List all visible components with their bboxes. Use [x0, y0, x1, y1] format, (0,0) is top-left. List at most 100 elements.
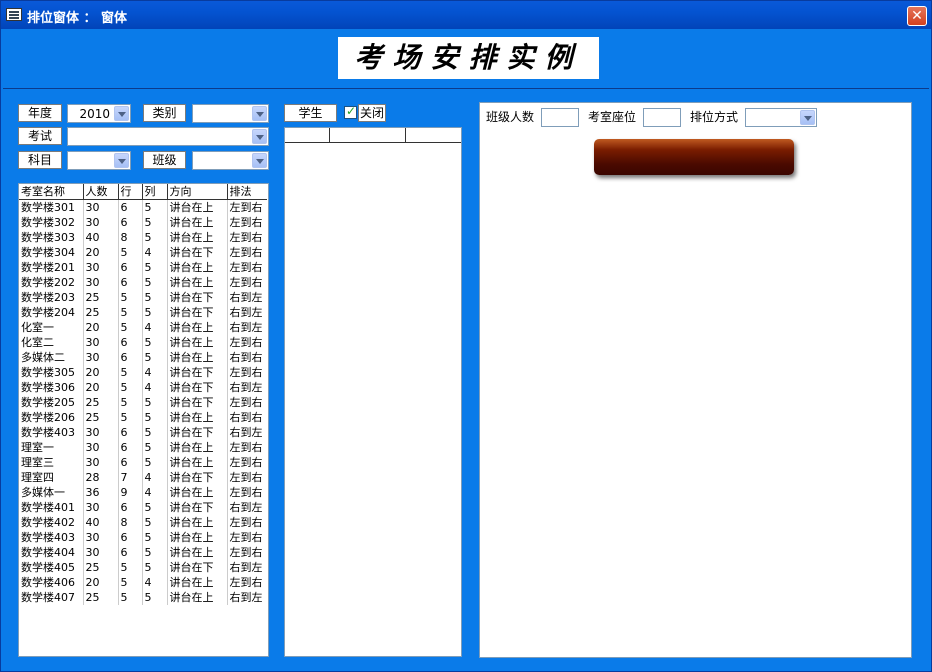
table-cell: 多媒体一 — [19, 485, 84, 500]
table-cell: 30 — [83, 545, 119, 560]
close-button[interactable]: ✕ — [907, 6, 927, 26]
table-row[interactable]: 理室三 30 6 5 讲台在上 左到右 — [19, 455, 267, 470]
year-combo[interactable]: 2010 — [67, 104, 131, 123]
chevron-down-icon[interactable] — [114, 106, 129, 121]
room-table-header: 考室名称 人数 行 列 方向 排法 — [19, 184, 267, 200]
table-cell: 右到左 — [229, 561, 263, 574]
table-cell: 6 — [118, 440, 143, 455]
exam-combo[interactable] — [67, 127, 269, 146]
table-cell: 右到左 — [229, 591, 263, 604]
table-cell: 右到右 — [229, 351, 263, 364]
table-row[interactable]: 数学楼304 20 5 4 讲台在下 左到右 — [19, 245, 267, 260]
method-label: 排位方式 — [690, 110, 739, 124]
table-row[interactable]: 数学楼405 25 5 5 讲台在下 右到左 — [19, 560, 267, 575]
table-cell: 20 — [83, 245, 119, 260]
table-row[interactable]: 化室一 20 5 4 讲台在上 右到左 — [19, 320, 267, 335]
header-band: 考场安排实例 — [3, 29, 929, 89]
table-cell: 30 — [83, 275, 119, 290]
table-row[interactable]: 数学楼201 30 6 5 讲台在上 左到右 — [19, 260, 267, 275]
column-header[interactable]: 方向 — [167, 184, 228, 200]
table-cell: 5 — [118, 560, 143, 575]
method-combo[interactable] — [745, 108, 817, 127]
table-cell: 5 — [142, 335, 168, 350]
table-row[interactable]: 数学楼402 40 8 5 讲台在上 左到右 — [19, 515, 267, 530]
table-cell: 4 — [142, 245, 168, 260]
table-row[interactable]: 数学楼302 30 6 5 讲台在上 左到右 — [19, 215, 267, 230]
table-cell: 讲台在下 — [167, 500, 228, 515]
close-checkbox[interactable] — [344, 104, 357, 119]
table-cell: 5 — [118, 395, 143, 410]
table-row[interactable]: 数学楼206 25 5 5 讲台在上 右到右 — [19, 410, 267, 425]
table-cell: 右到右 — [229, 411, 263, 424]
table-cell: 5 — [142, 410, 168, 425]
table-cell: 6 — [118, 530, 143, 545]
table-row[interactable]: 数学楼303 40 8 5 讲台在上 左到右 — [19, 230, 267, 245]
table-cell: 讲台在上 — [167, 545, 228, 560]
table-row[interactable]: 理室一 30 6 5 讲台在上 左到右 — [19, 440, 267, 455]
category-combo[interactable] — [192, 104, 269, 123]
student-list[interactable] — [284, 127, 462, 657]
table-cell: 5 — [142, 305, 168, 320]
table-cell: 30 — [83, 530, 119, 545]
table-cell: 左到右 — [229, 456, 263, 469]
table-cell: 讲台在上 — [167, 530, 228, 545]
column-header[interactable]: 考室名称 — [19, 184, 84, 200]
form-icon — [6, 8, 22, 21]
table-cell: 数学楼205 — [19, 395, 84, 410]
table-cell: 40 — [83, 515, 119, 530]
table-row[interactable]: 数学楼403 30 6 5 讲台在上 左到右 — [19, 530, 267, 545]
table-cell: 左到右 — [229, 246, 263, 259]
table-row[interactable]: 数学楼204 25 5 5 讲台在下 右到左 — [19, 305, 267, 320]
table-row[interactable]: 数学楼305 20 5 4 讲台在下 左到右 — [19, 365, 267, 380]
table-cell: 多媒体二 — [19, 350, 84, 365]
table-row[interactable]: 数学楼404 30 6 5 讲台在上 左到右 — [19, 545, 267, 560]
column-header[interactable]: 人数 — [83, 184, 119, 200]
table-row[interactable]: 理室四 28 7 4 讲台在下 左到右 — [19, 470, 267, 485]
chevron-down-icon[interactable] — [114, 153, 129, 168]
table-row[interactable]: 数学楼301 30 6 5 讲台在上 左到右 — [19, 199, 267, 215]
table-row[interactable]: 数学楼407 25 5 5 讲台在上 右到左 — [19, 590, 267, 605]
chevron-down-icon[interactable] — [800, 110, 815, 125]
chevron-down-icon[interactable] — [252, 153, 267, 168]
table-cell: 数学楼302 — [19, 215, 84, 230]
table-row[interactable]: 数学楼403 30 6 5 讲台在下 右到左 — [19, 425, 267, 440]
table-cell: 数学楼406 — [19, 575, 84, 590]
close-checkbox-label: 关闭 — [358, 104, 386, 122]
arrange-button[interactable] — [594, 139, 794, 175]
subject-combo[interactable] — [67, 151, 131, 170]
column-header[interactable]: 排法 — [227, 184, 267, 200]
class-size-input[interactable] — [541, 108, 579, 127]
table-row[interactable]: 多媒体一 36 9 4 讲台在上 左到右 — [19, 485, 267, 500]
table-row[interactable]: 数学楼205 25 5 5 讲台在下 左到右 — [19, 395, 267, 410]
column-header[interactable]: 行 — [118, 184, 143, 200]
table-cell: 讲台在上 — [167, 320, 228, 335]
table-row[interactable]: 多媒体二 30 6 5 讲台在上 右到右 — [19, 350, 267, 365]
table-cell: 5 — [142, 590, 168, 605]
table-row[interactable]: 化室二 30 6 5 讲台在上 左到右 — [19, 335, 267, 350]
chevron-down-icon[interactable] — [252, 106, 267, 121]
banner-text: 考场安排实例 — [354, 41, 583, 74]
table-row[interactable]: 数学楼401 30 6 5 讲台在下 右到左 — [19, 500, 267, 515]
table-cell: 化室二 — [19, 335, 84, 350]
table-cell: 5 — [142, 260, 168, 275]
table-cell: 数学楼201 — [19, 260, 84, 275]
table-cell: 20 — [83, 575, 119, 590]
chevron-down-icon[interactable] — [252, 129, 267, 144]
table-row[interactable]: 数学楼406 20 5 4 讲台在上 左到右 — [19, 575, 267, 590]
table-cell: 数学楼404 — [19, 545, 84, 560]
table-cell: 5 — [142, 199, 168, 215]
table-row[interactable]: 数学楼306 20 5 4 讲台在下 右到左 — [19, 380, 267, 395]
table-cell: 讲台在上 — [167, 230, 228, 245]
table-row[interactable]: 数学楼203 25 5 5 讲台在下 右到左 — [19, 290, 267, 305]
table-cell: 30 — [83, 440, 119, 455]
table-row[interactable]: 数学楼202 30 6 5 讲台在上 左到右 — [19, 275, 267, 290]
room-list[interactable]: 考室名称 人数 行 列 方向 排法 数学楼301 30 6 5 讲台在上 左到右 数学楼30… — [18, 183, 269, 657]
class-label: 班级 — [143, 151, 186, 169]
class-combo[interactable] — [192, 151, 269, 170]
table-cell: 30 — [83, 455, 119, 470]
seats-input[interactable] — [643, 108, 681, 127]
table-cell: 左到右 — [229, 441, 263, 454]
table-cell: 数学楼303 — [19, 230, 84, 245]
year-value: 2010 — [79, 107, 110, 121]
column-header[interactable]: 列 — [142, 184, 168, 200]
